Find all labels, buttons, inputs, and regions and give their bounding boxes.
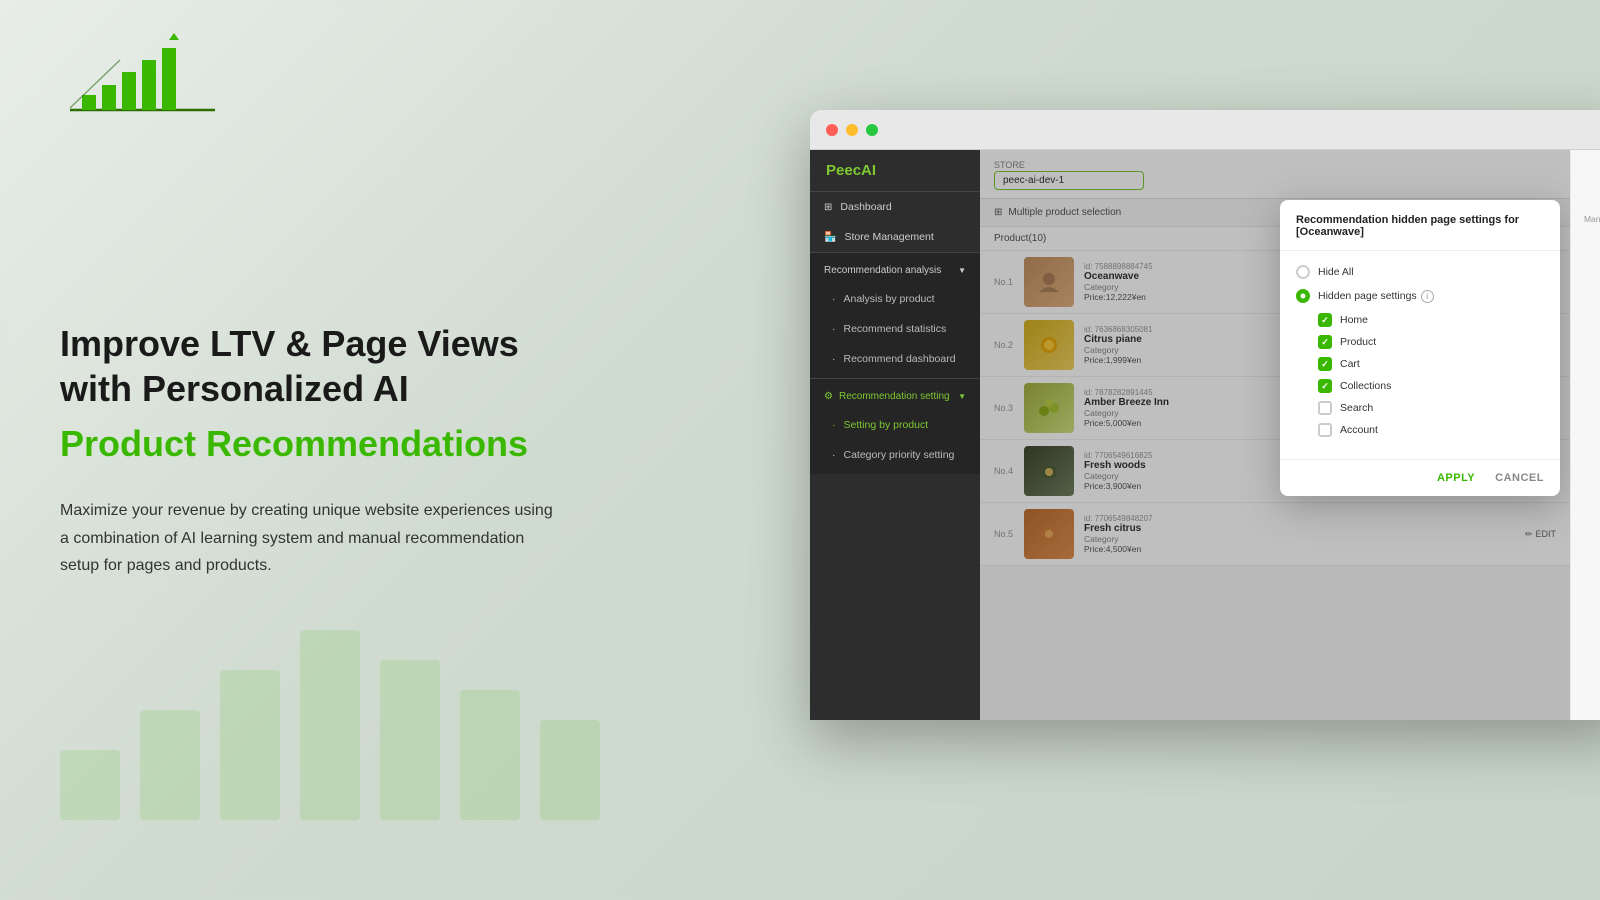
hero-section: Improve LTV & Page Views with Personaliz… <box>60 321 620 579</box>
browser-dot-red[interactable] <box>826 124 838 136</box>
cancel-button[interactable]: CANCEL <box>1495 472 1544 484</box>
radio-circle-hide-all <box>1296 265 1310 279</box>
checkbox-collections-label: Collections <box>1340 380 1391 392</box>
bg-chart-decoration <box>40 600 640 820</box>
radio-label-hide-all: Hide All <box>1318 266 1354 278</box>
logo: PeecAI <box>60 30 220 120</box>
dot-icon: · <box>832 293 836 305</box>
manage-column: Manag... <box>1570 150 1600 720</box>
gear-icon: ⚙ <box>824 391 833 402</box>
checkbox-search[interactable]: Search <box>1318 401 1544 415</box>
radio-option-hidden-settings[interactable]: Hidden page settings i <box>1296 289 1544 303</box>
modal-footer: APPLY CANCEL <box>1280 459 1560 496</box>
checkbox-product[interactable]: Product <box>1318 335 1544 349</box>
main-content: STORE ⊞ Multiple product selection Produ… <box>980 150 1570 720</box>
dot-icon: · <box>832 353 836 365</box>
manage-label: Manag... <box>1571 210 1600 228</box>
checkbox-cart[interactable]: Cart <box>1318 357 1544 371</box>
sidebar-item-dashboard[interactable]: ⊞ Dashboard <box>810 192 980 222</box>
info-icon[interactable]: i <box>1421 290 1434 303</box>
modal-dialog: Recommendation hidden page settings for … <box>1280 200 1560 496</box>
sidebar-item-store[interactable]: 🏪 Store Management <box>810 222 980 252</box>
checkbox-product-box <box>1318 335 1332 349</box>
sidebar-analysis-section: Recommendation analysis ▼ · Analysis by … <box>810 252 980 378</box>
dot-icon: · <box>832 449 836 461</box>
checkbox-home-box <box>1318 313 1332 327</box>
grid-icon: ⊞ <box>824 202 832 213</box>
sidebar-analysis-group[interactable]: Recommendation analysis ▼ <box>810 257 980 284</box>
checkbox-product-label: Product <box>1340 336 1376 348</box>
sidebar-item-setting-product[interactable]: · Setting by product <box>810 410 980 440</box>
apply-button[interactable]: APPLY <box>1437 472 1475 484</box>
checkbox-account-box <box>1318 423 1332 437</box>
checkbox-collections-box <box>1318 379 1332 393</box>
chevron-down-icon: ▼ <box>958 392 966 401</box>
browser-content: PeecAI ⊞ Dashboard 🏪 Store Management Re… <box>810 150 1600 720</box>
sidebar-setting-group[interactable]: ⚙ Recommendation setting ▼ <box>810 383 980 410</box>
checkbox-collections[interactable]: Collections <box>1318 379 1544 393</box>
dot-icon: · <box>832 419 836 431</box>
dot-icon: · <box>832 323 836 335</box>
modal-body: Hide All Hidden page settings i <box>1280 251 1560 459</box>
checkbox-home[interactable]: Home <box>1318 313 1544 327</box>
browser-dot-green[interactable] <box>866 124 878 136</box>
sidebar-item-statistics[interactable]: · Recommend statistics <box>810 314 980 344</box>
radio-option-hide-all[interactable]: Hide All <box>1296 265 1544 279</box>
sidebar-setting-section: ⚙ Recommendation setting ▼ · Setting by … <box>810 378 980 474</box>
checkbox-group: Home Product Cart <box>1318 313 1544 437</box>
browser-dot-yellow[interactable] <box>846 124 858 136</box>
sidebar-item-dashboard[interactable]: · Recommend dashboard <box>810 344 980 374</box>
checkbox-cart-box <box>1318 357 1332 371</box>
headline: Improve LTV & Page Views with Personaliz… <box>60 321 620 411</box>
description: Maximize your revenue by creating unique… <box>60 497 560 579</box>
store-icon: 🏪 <box>824 232 836 243</box>
app-sidebar: PeecAI ⊞ Dashboard 🏪 Store Management Re… <box>810 150 980 720</box>
modal-title: Recommendation hidden page settings for … <box>1280 200 1560 251</box>
radio-label-hidden-settings: Hidden page settings i <box>1318 290 1434 303</box>
modal-overlay: Recommendation hidden page settings for … <box>980 150 1570 720</box>
browser-window: PeecAI ⊞ Dashboard 🏪 Store Management Re… <box>810 110 1600 720</box>
radio-circle-hidden-settings <box>1296 289 1310 303</box>
checkbox-search-label: Search <box>1340 402 1373 414</box>
checkbox-home-label: Home <box>1340 314 1368 326</box>
sidebar-brand: PeecAI <box>810 150 980 192</box>
sidebar-item-category-priority[interactable]: · Category priority setting <box>810 440 980 470</box>
headline-green: Product Recommendations <box>60 419 620 469</box>
checkbox-account-label: Account <box>1340 424 1378 436</box>
chevron-down-icon: ▼ <box>958 266 966 275</box>
browser-chrome <box>810 110 1600 150</box>
checkbox-account[interactable]: Account <box>1318 423 1544 437</box>
checkbox-cart-label: Cart <box>1340 358 1360 370</box>
sidebar-item-analysis-product[interactable]: · Analysis by product <box>810 284 980 314</box>
checkbox-search-box <box>1318 401 1332 415</box>
